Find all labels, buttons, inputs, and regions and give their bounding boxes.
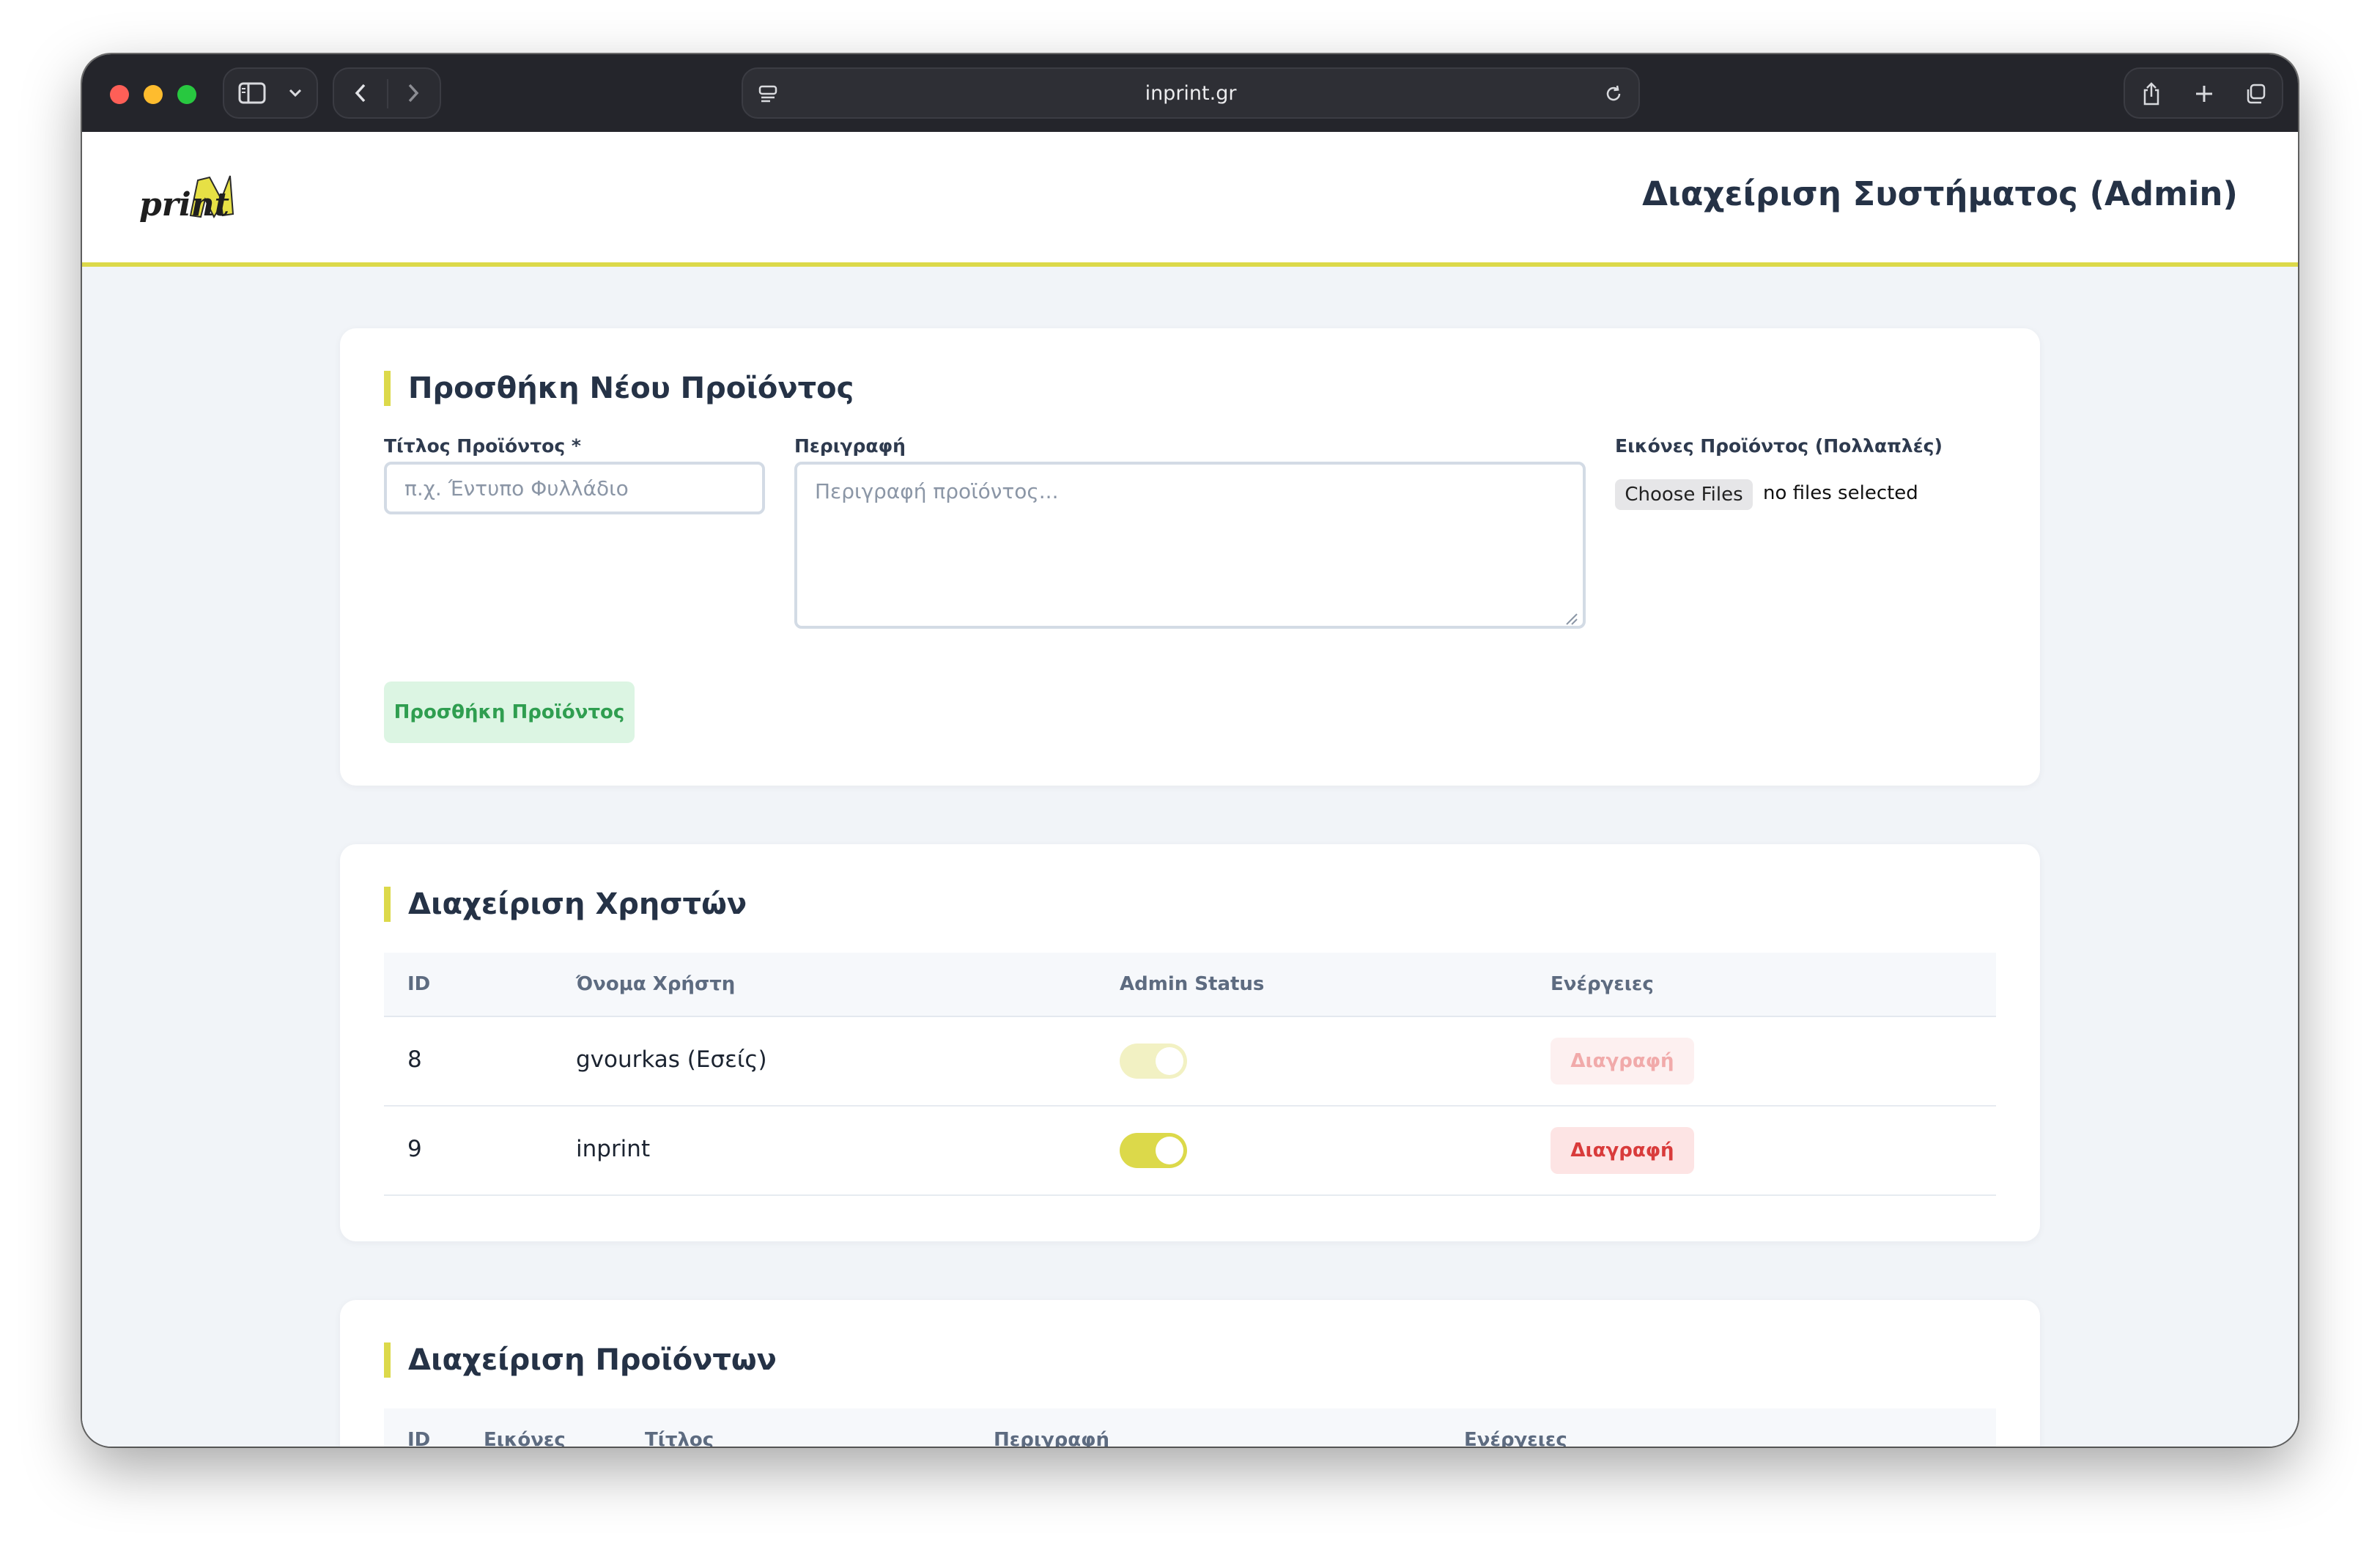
column-admin-status: Admin Status bbox=[1120, 973, 1265, 995]
description-label: Περιγραφή bbox=[794, 435, 906, 457]
resize-grip-icon[interactable] bbox=[1564, 607, 1578, 625]
page-title: Διαχείριση Συστήματος (Admin) bbox=[1642, 174, 2238, 213]
column-description: Περιγραφή bbox=[994, 1429, 1110, 1447]
products-heading: Διαχείριση Προϊόντων bbox=[384, 1342, 777, 1378]
add-product-card: Προσθήκη Νέου Προϊόντος Τίτλος Προϊόντος… bbox=[340, 328, 2040, 786]
products-card: Διαχείριση Προϊόντων ID Εικόνες Τίτλος Π… bbox=[340, 1300, 2040, 1447]
minimize-window-button[interactable] bbox=[144, 85, 163, 104]
page-content: print Διαχείριση Συστήματος (Admin) Προσ… bbox=[82, 132, 2298, 1447]
users-table-header: ID Όνομα Χρήστη Admin Status Ενέργειες bbox=[384, 953, 1996, 1017]
admin-toggle bbox=[1120, 1044, 1187, 1079]
close-window-button[interactable] bbox=[110, 85, 129, 104]
delete-user-button: Διαγραφή bbox=[1551, 1038, 1694, 1085]
product-title-label: Τίτλος Προϊόντος * bbox=[384, 435, 581, 457]
address-bar[interactable]: inprint.gr bbox=[742, 67, 1640, 119]
column-actions: Ενέργειες bbox=[1464, 1429, 1567, 1447]
column-id: ID bbox=[407, 1429, 431, 1447]
table-row: 9 inprint Διαγραφή bbox=[384, 1107, 1996, 1196]
column-actions: Ενέργειες bbox=[1551, 973, 1654, 995]
description-textarea[interactable]: Περιγραφή προϊόντος... bbox=[794, 462, 1586, 629]
user-name: gvourkas (Εσείς) bbox=[576, 1046, 767, 1073]
browser-window: inprint.gr print Διαχείριση Συστήματος (… bbox=[82, 54, 2298, 1447]
column-title: Τίτλος bbox=[645, 1429, 714, 1447]
description-placeholder: Περιγραφή προϊόντος... bbox=[815, 479, 1059, 503]
table-row: 8 gvourkas (Εσείς) Διαγραφή bbox=[384, 1017, 1996, 1107]
users-card: Διαχείριση Χρηστών ID Όνομα Χρήστη Admin… bbox=[340, 844, 2040, 1241]
tab-overview-icon[interactable] bbox=[2239, 78, 2272, 110]
file-status-text: no files selected bbox=[1763, 482, 1918, 504]
reload-icon[interactable] bbox=[1599, 79, 1628, 108]
choose-files-button[interactable]: Choose Files bbox=[1615, 479, 1753, 510]
site-logo[interactable]: print bbox=[139, 170, 234, 226]
user-id: 8 bbox=[407, 1046, 422, 1073]
svg-text:print: print bbox=[139, 186, 229, 224]
url-text: inprint.gr bbox=[1145, 81, 1237, 105]
browser-actions bbox=[2124, 67, 2283, 119]
nav-divider bbox=[387, 79, 388, 108]
admin-toggle[interactable] bbox=[1120, 1133, 1187, 1168]
navigation-buttons bbox=[333, 67, 441, 119]
product-title-input[interactable]: π.χ. Έντυπο Φυλλάδιο bbox=[384, 462, 765, 514]
site-header: print Διαχείριση Συστήματος (Admin) bbox=[82, 132, 2298, 267]
column-username: Όνομα Χρήστη bbox=[576, 973, 736, 995]
user-id: 9 bbox=[407, 1136, 422, 1162]
back-icon[interactable] bbox=[344, 78, 377, 108]
toggle-knob bbox=[1156, 1137, 1183, 1164]
products-table-header: ID Εικόνες Τίτλος Περιγραφή Ενέργειες bbox=[384, 1408, 1996, 1447]
product-title-placeholder: π.χ. Έντυπο Φυλλάδιο bbox=[404, 476, 629, 501]
zoom-window-button[interactable] bbox=[177, 85, 196, 104]
column-id: ID bbox=[407, 973, 431, 995]
sidebar-icon bbox=[236, 79, 268, 107]
add-product-button[interactable]: Προσθήκη Προϊόντος bbox=[384, 682, 635, 743]
column-images: Εικόνες bbox=[484, 1429, 566, 1447]
toggle-knob bbox=[1156, 1047, 1183, 1075]
delete-user-button[interactable]: Διαγραφή bbox=[1551, 1127, 1694, 1174]
browser-toolbar: inprint.gr bbox=[82, 54, 2298, 132]
sidebar-toggle-button[interactable] bbox=[223, 67, 318, 119]
user-name: inprint bbox=[576, 1136, 651, 1162]
users-heading: Διαχείριση Χρηστών bbox=[384, 887, 747, 922]
new-tab-icon[interactable] bbox=[2188, 78, 2220, 110]
forward-icon[interactable] bbox=[397, 78, 429, 108]
chevron-down-icon[interactable] bbox=[283, 79, 308, 107]
images-label: Εικόνες Προϊόντος (Πολλαπλές) bbox=[1615, 435, 1943, 457]
add-product-heading: Προσθήκη Νέου Προϊόντος bbox=[384, 371, 854, 406]
share-icon[interactable] bbox=[2135, 78, 2168, 110]
